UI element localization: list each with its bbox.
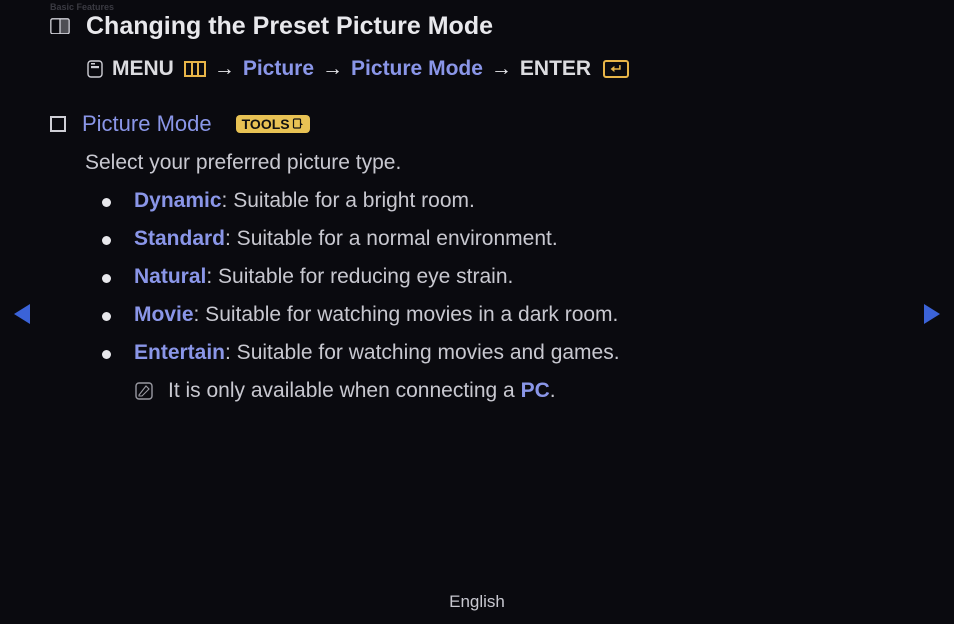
bullet-square-icon — [50, 116, 66, 132]
option-name: Natural — [134, 265, 206, 288]
note-icon — [134, 381, 154, 401]
option-desc: : Suitable for watching movies and games… — [225, 341, 620, 364]
option-name: Movie — [134, 303, 194, 326]
arrow-icon: → — [322, 57, 343, 81]
triangle-left-icon — [14, 304, 30, 324]
arrow-icon: → — [491, 57, 512, 81]
list-item: Natural: Suitable for reducing eye strai… — [102, 265, 904, 289]
option-name: Dynamic — [134, 189, 222, 212]
list-item: Movie: Suitable for watching movies in a… — [102, 303, 904, 327]
triangle-right-icon — [924, 304, 940, 324]
section-title: Picture Mode — [82, 111, 212, 137]
option-desc: : Suitable for reducing eye strain. — [206, 265, 513, 288]
option-desc: : Suitable for a normal environment. — [225, 227, 558, 250]
list-item: Entertain: Suitable for watching movies … — [102, 341, 904, 365]
page-content: Changing the Preset Picture Mode MENU → … — [0, 0, 954, 403]
remote-icon — [86, 60, 104, 78]
note-link: PC — [521, 379, 550, 402]
option-name: Standard — [134, 227, 225, 250]
header-label: Basic Features — [50, 2, 114, 12]
title-row: Changing the Preset Picture Mode — [50, 12, 904, 41]
enter-icon — [603, 60, 629, 78]
footer-language: English — [0, 592, 954, 612]
section-header: Picture Mode TOOLS — [50, 111, 904, 137]
list-item: Dynamic: Suitable for a bright room. — [102, 189, 904, 213]
book-icon — [50, 18, 70, 36]
note-row: It is only available when connecting a P… — [134, 379, 904, 403]
tools-label: TOOLS — [242, 116, 290, 132]
nav-menu-label: MENU — [112, 57, 174, 81]
arrow-icon: → — [214, 57, 235, 81]
option-desc: : Suitable for a bright room. — [222, 189, 475, 212]
tools-icon — [292, 118, 304, 130]
page-title: Changing the Preset Picture Mode — [86, 12, 493, 41]
section-description: Select your preferred picture type. — [85, 151, 904, 175]
nav-picture-mode: Picture Mode — [351, 57, 483, 81]
list-item: Standard: Suitable for a normal environm… — [102, 227, 904, 251]
option-desc: : Suitable for watching movies in a dark… — [194, 303, 619, 326]
nav-path: MENU → Picture → Picture Mode → ENTER — [86, 57, 904, 81]
note-text: It is only available when connecting a P… — [168, 379, 556, 403]
option-name: Entertain — [134, 341, 225, 364]
next-page-button[interactable] — [924, 304, 940, 324]
nav-picture: Picture — [243, 57, 314, 81]
note-prefix: It is only available when connecting a — [168, 379, 521, 402]
note-suffix: . — [550, 379, 556, 402]
prev-page-button[interactable] — [14, 304, 30, 324]
nav-enter-label: ENTER — [520, 57, 591, 81]
option-list: Dynamic: Suitable for a bright room. Sta… — [102, 189, 904, 365]
menu-grid-icon — [184, 61, 206, 77]
tools-badge: TOOLS — [236, 115, 310, 133]
